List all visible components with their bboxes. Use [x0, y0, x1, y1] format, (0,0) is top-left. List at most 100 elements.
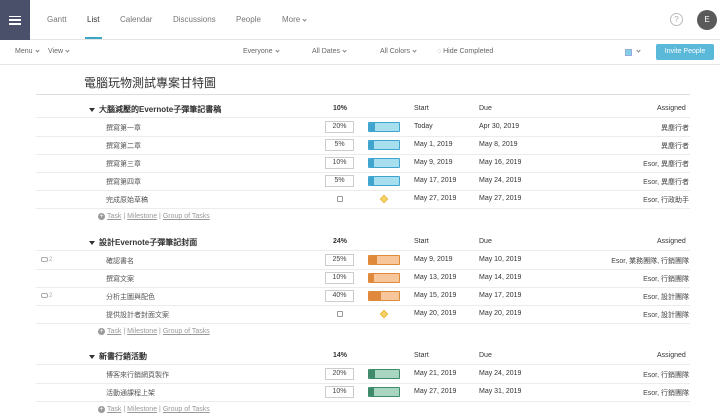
task-name[interactable]: 博客來行銷網頁製作 — [106, 370, 169, 380]
gantt-bar[interactable] — [368, 176, 400, 186]
task-name[interactable]: 分析主圖與配色 — [106, 292, 155, 302]
percent-complete-input[interactable]: 10% — [325, 272, 354, 284]
collapse-triangle-icon[interactable] — [89, 355, 95, 359]
task-name[interactable]: 活動通課程上架 — [106, 388, 155, 398]
add-milestone-link[interactable]: Milestone — [127, 213, 157, 220]
due-date[interactable]: May 10, 2019 — [479, 256, 521, 263]
color-picker-dropdown[interactable] — [634, 47, 641, 55]
percent-complete-input[interactable]: 20% — [325, 121, 354, 133]
add-milestone-link[interactable]: Milestone — [127, 328, 157, 335]
add-task-link[interactable]: Task — [107, 328, 121, 335]
colors-filter[interactable]: All Colors — [380, 47, 417, 55]
percent-complete-input[interactable]: 40% — [325, 290, 354, 302]
percent-complete-input[interactable]: 5% — [325, 175, 354, 187]
start-date[interactable]: May 21, 2019 — [414, 370, 456, 377]
assigned-to[interactable]: Esor, 行銷團隊 — [643, 370, 689, 380]
percent-complete-input[interactable]: 10% — [325, 386, 354, 398]
invite-people-button[interactable]: Invite People — [656, 44, 714, 60]
collapse-triangle-icon[interactable] — [89, 241, 95, 245]
assigned-to[interactable]: Esor, 設計團隊 — [643, 292, 689, 302]
add-task-link[interactable]: Task — [107, 213, 121, 220]
task-name[interactable]: 撰寫第二章 — [106, 141, 141, 151]
assigned-to[interactable]: 異塵行者 — [661, 123, 689, 133]
add-group-link[interactable]: Group of Tasks — [163, 406, 210, 413]
add-group-link[interactable]: Group of Tasks — [163, 328, 210, 335]
start-date[interactable]: May 1, 2019 — [414, 141, 453, 148]
due-date[interactable]: May 27, 2019 — [479, 195, 521, 202]
tab-discussions[interactable]: Discussions — [173, 15, 216, 24]
everyone-filter[interactable]: Everyone — [243, 47, 280, 55]
due-date[interactable]: May 20, 2019 — [479, 310, 521, 317]
section-header[interactable]: 大腦減壓的Evernote子彈筆記書稿 — [89, 104, 221, 115]
task-name[interactable]: 完成原始草稿 — [106, 195, 148, 205]
tab-people[interactable]: People — [236, 15, 261, 24]
gantt-bar[interactable] — [368, 140, 400, 150]
hamburger-menu-button[interactable] — [0, 0, 30, 40]
add-task-link[interactable]: Task — [107, 406, 121, 413]
dates-filter[interactable]: All Dates — [312, 47, 347, 55]
task-name[interactable]: 撰寫第三章 — [106, 159, 141, 169]
tab-calendar[interactable]: Calendar — [120, 15, 152, 24]
gantt-bar[interactable] — [368, 291, 400, 301]
start-date[interactable]: May 17, 2019 — [414, 177, 456, 184]
assigned-to[interactable]: Esor, 異塵行者 — [643, 177, 689, 187]
avatar[interactable]: E — [697, 10, 717, 30]
due-date[interactable]: May 17, 2019 — [479, 292, 521, 299]
help-icon[interactable]: ? — [670, 13, 683, 26]
add-milestone-link[interactable]: Milestone — [127, 406, 157, 413]
start-date[interactable]: May 27, 2019 — [414, 388, 456, 395]
start-date[interactable]: May 15, 2019 — [414, 292, 456, 299]
assigned-to[interactable]: Esor, 行銷團隊 — [643, 388, 689, 398]
hide-completed-toggle[interactable]: ◌ Hide Completed — [437, 48, 493, 55]
gantt-bar[interactable] — [368, 369, 400, 379]
tab-more[interactable]: More — [282, 15, 307, 24]
gantt-bar[interactable] — [368, 387, 400, 397]
view-dropdown[interactable]: View — [48, 47, 70, 55]
milestone-checkbox[interactable] — [337, 196, 343, 202]
percent-complete-input[interactable]: 5% — [325, 139, 354, 151]
due-date[interactable]: May 31, 2019 — [479, 388, 521, 395]
start-date[interactable]: Today — [414, 123, 433, 130]
menu-dropdown[interactable]: Menu — [15, 47, 40, 55]
due-date[interactable]: May 14, 2019 — [479, 274, 521, 281]
gantt-bar[interactable] — [368, 122, 400, 132]
task-name[interactable]: 提供設計者封面文案 — [106, 310, 169, 320]
task-name[interactable]: 撰寫第四章 — [106, 177, 141, 187]
percent-complete-input[interactable]: 10% — [325, 157, 354, 169]
due-date[interactable]: May 16, 2019 — [479, 159, 521, 166]
gantt-bar[interactable] — [368, 158, 400, 168]
due-date[interactable]: May 24, 2019 — [479, 177, 521, 184]
collapse-triangle-icon[interactable] — [89, 108, 95, 112]
chevron-down-icon — [274, 47, 280, 53]
assigned-to[interactable]: Esor, 業務團隊, 行銷團隊 — [611, 256, 689, 266]
percent-complete-input[interactable]: 25% — [325, 254, 354, 266]
assigned-to[interactable]: Esor, 異塵行者 — [643, 159, 689, 169]
milestone-checkbox[interactable] — [337, 311, 343, 317]
assigned-to[interactable]: Esor, 行政助手 — [643, 195, 689, 205]
assigned-to[interactable]: Esor, 設計團隊 — [643, 310, 689, 320]
section-header[interactable]: 新書行銷活動 — [89, 351, 147, 362]
due-date[interactable]: Apr 30, 2019 — [479, 123, 519, 130]
comment-count[interactable]: 2 — [41, 292, 52, 299]
task-name[interactable]: 撰寫第一章 — [106, 123, 141, 133]
gantt-bar[interactable] — [368, 255, 400, 265]
tab-list[interactable]: List — [87, 15, 99, 24]
assigned-to[interactable]: Esor, 行銷團隊 — [643, 274, 689, 284]
task-name[interactable]: 確認書名 — [106, 256, 134, 266]
start-date[interactable]: May 9, 2019 — [414, 159, 453, 166]
due-date[interactable]: May 24, 2019 — [479, 370, 521, 377]
add-group-link[interactable]: Group of Tasks — [163, 213, 210, 220]
start-date[interactable]: May 9, 2019 — [414, 256, 453, 263]
start-date[interactable]: May 20, 2019 — [414, 310, 456, 317]
start-date[interactable]: May 13, 2019 — [414, 274, 456, 281]
section-header[interactable]: 設計Evernote子彈筆記封面 — [89, 237, 197, 248]
task-name[interactable]: 撰寫文案 — [106, 274, 134, 284]
gantt-bar[interactable] — [368, 273, 400, 283]
assigned-to[interactable]: 異塵行者 — [661, 141, 689, 151]
due-date[interactable]: May 8, 2019 — [479, 141, 518, 148]
start-date[interactable]: May 27, 2019 — [414, 195, 456, 202]
comment-count[interactable]: 2 — [41, 256, 52, 263]
color-picker-swatch[interactable] — [625, 49, 632, 56]
tab-gantt[interactable]: Gantt — [47, 15, 67, 24]
percent-complete-input[interactable]: 20% — [325, 368, 354, 380]
